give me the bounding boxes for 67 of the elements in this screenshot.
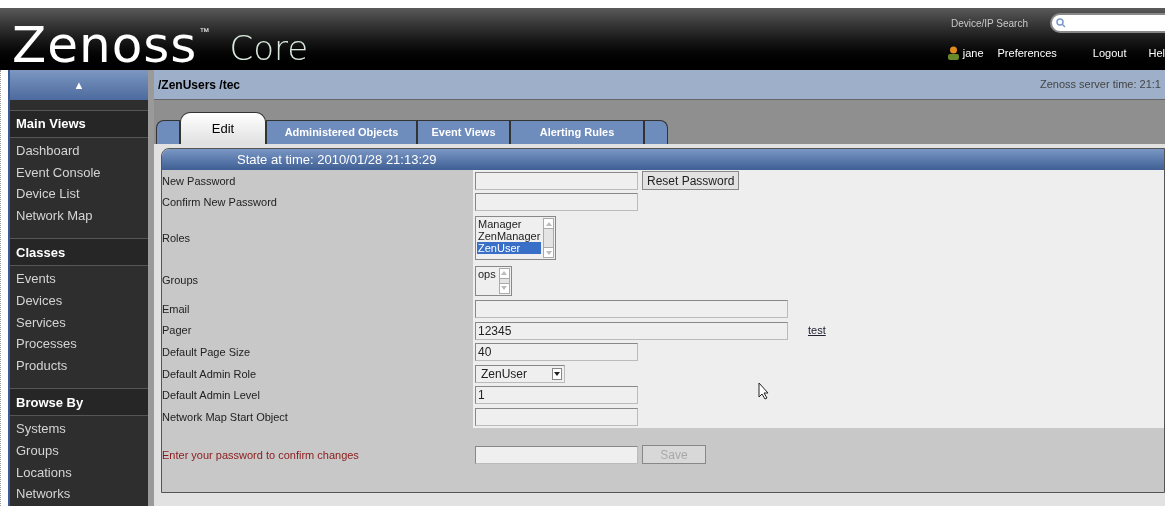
sidebar-item[interactable]: Events — [10, 268, 148, 290]
breadcrumb-path[interactable]: /ZenUsers /tec — [158, 75, 241, 94]
list-option[interactable]: ZenUser — [477, 242, 542, 255]
sidebar-item[interactable]: Processes — [10, 333, 148, 355]
sidebar-item[interactable]: Networks — [10, 483, 148, 505]
field-label: Confirm New Password — [162, 195, 278, 211]
collapse-button[interactable]: ▲ — [10, 70, 148, 100]
sidebar-item[interactable]: Device List — [10, 183, 148, 205]
section-header: Main Views — [10, 110, 148, 138]
search-field[interactable] — [1050, 13, 1165, 33]
test-link[interactable]: test — [808, 322, 826, 339]
mouse-pointer-icon — [758, 382, 770, 400]
input-field[interactable] — [475, 407, 638, 426]
dropdown[interactable]: ZenUser — [475, 364, 565, 383]
field-label: Groups — [162, 273, 200, 289]
section-header: Browse By — [10, 388, 148, 417]
sidebar-item[interactable]: Services — [10, 311, 148, 334]
field-label: Default Page Size — [162, 344, 252, 360]
scroll-bar[interactable] — [498, 267, 510, 294]
sidebar-item[interactable]: Locations — [10, 461, 148, 484]
tab-strip-cap — [156, 120, 180, 144]
sidebar-item[interactable]: Event Console — [10, 161, 148, 184]
header-link[interactable]: Hel — [1148, 44, 1165, 62]
header-link[interactable]: Logout — [1092, 44, 1127, 62]
user-icon — [947, 46, 959, 60]
sidebar-item[interactable]: Devices — [10, 289, 148, 312]
search-label: Device/IP Search — [950, 16, 1028, 31]
field-label: Default Admin Level — [162, 388, 261, 404]
confirm-prompt: Enter your password to confirm changes — [162, 447, 360, 463]
password-field[interactable] — [475, 171, 638, 190]
list-box[interactable]: ops — [475, 265, 512, 296]
field-label: Network Map Start Object — [162, 409, 289, 425]
product-text: Core — [229, 28, 309, 68]
field-label: Pager — [162, 323, 193, 339]
dropdown-value: ZenUser — [480, 365, 527, 382]
reset-password-button[interactable]: Reset Password — [642, 171, 740, 191]
input-field[interactable]: 12345 — [475, 321, 788, 340]
server-time-text: Zenoss server time: 21:1 — [1039, 77, 1161, 93]
input-field[interactable] — [475, 300, 788, 318]
sidebar-item[interactable]: Groups — [10, 439, 148, 462]
field-label: New Password — [162, 173, 237, 189]
sidebar-item[interactable]: Network Map — [10, 204, 148, 227]
tab-strip-cap — [644, 120, 668, 144]
list-option[interactable]: Manager — [477, 218, 542, 231]
sidebar-item[interactable]: Dashboard — [10, 140, 148, 162]
input-field[interactable]: 40 — [475, 343, 638, 362]
password-field[interactable] — [475, 193, 638, 212]
sidebar-item[interactable]: Products — [10, 354, 148, 377]
panel-title: State at time: 2010/01/28 21:13:29 — [162, 149, 1164, 170]
trademark-text: ™ — [199, 25, 210, 39]
field-label: Email — [162, 301, 191, 317]
scroll-bar[interactable] — [543, 218, 555, 259]
list-option[interactable]: ops — [477, 267, 497, 280]
password-field[interactable] — [475, 445, 638, 464]
input-field[interactable]: 1 — [475, 386, 638, 405]
search-icon — [1056, 18, 1066, 28]
field-label: Default Admin Role — [162, 366, 258, 382]
list-option[interactable]: ZenManager — [477, 230, 542, 243]
section-header: Classes — [10, 238, 148, 267]
header-link[interactable]: Preferences — [997, 44, 1057, 62]
user-name[interactable]: jane — [962, 44, 984, 62]
field-label: Roles — [162, 230, 192, 246]
logo-text: Zenoss — [12, 20, 198, 70]
list-box[interactable]: Manager ZenManager ZenUser — [475, 216, 557, 261]
caret-icon — [554, 371, 560, 376]
sidebar-item[interactable]: Systems — [10, 418, 148, 440]
tab[interactable]: Edit — [180, 112, 266, 144]
